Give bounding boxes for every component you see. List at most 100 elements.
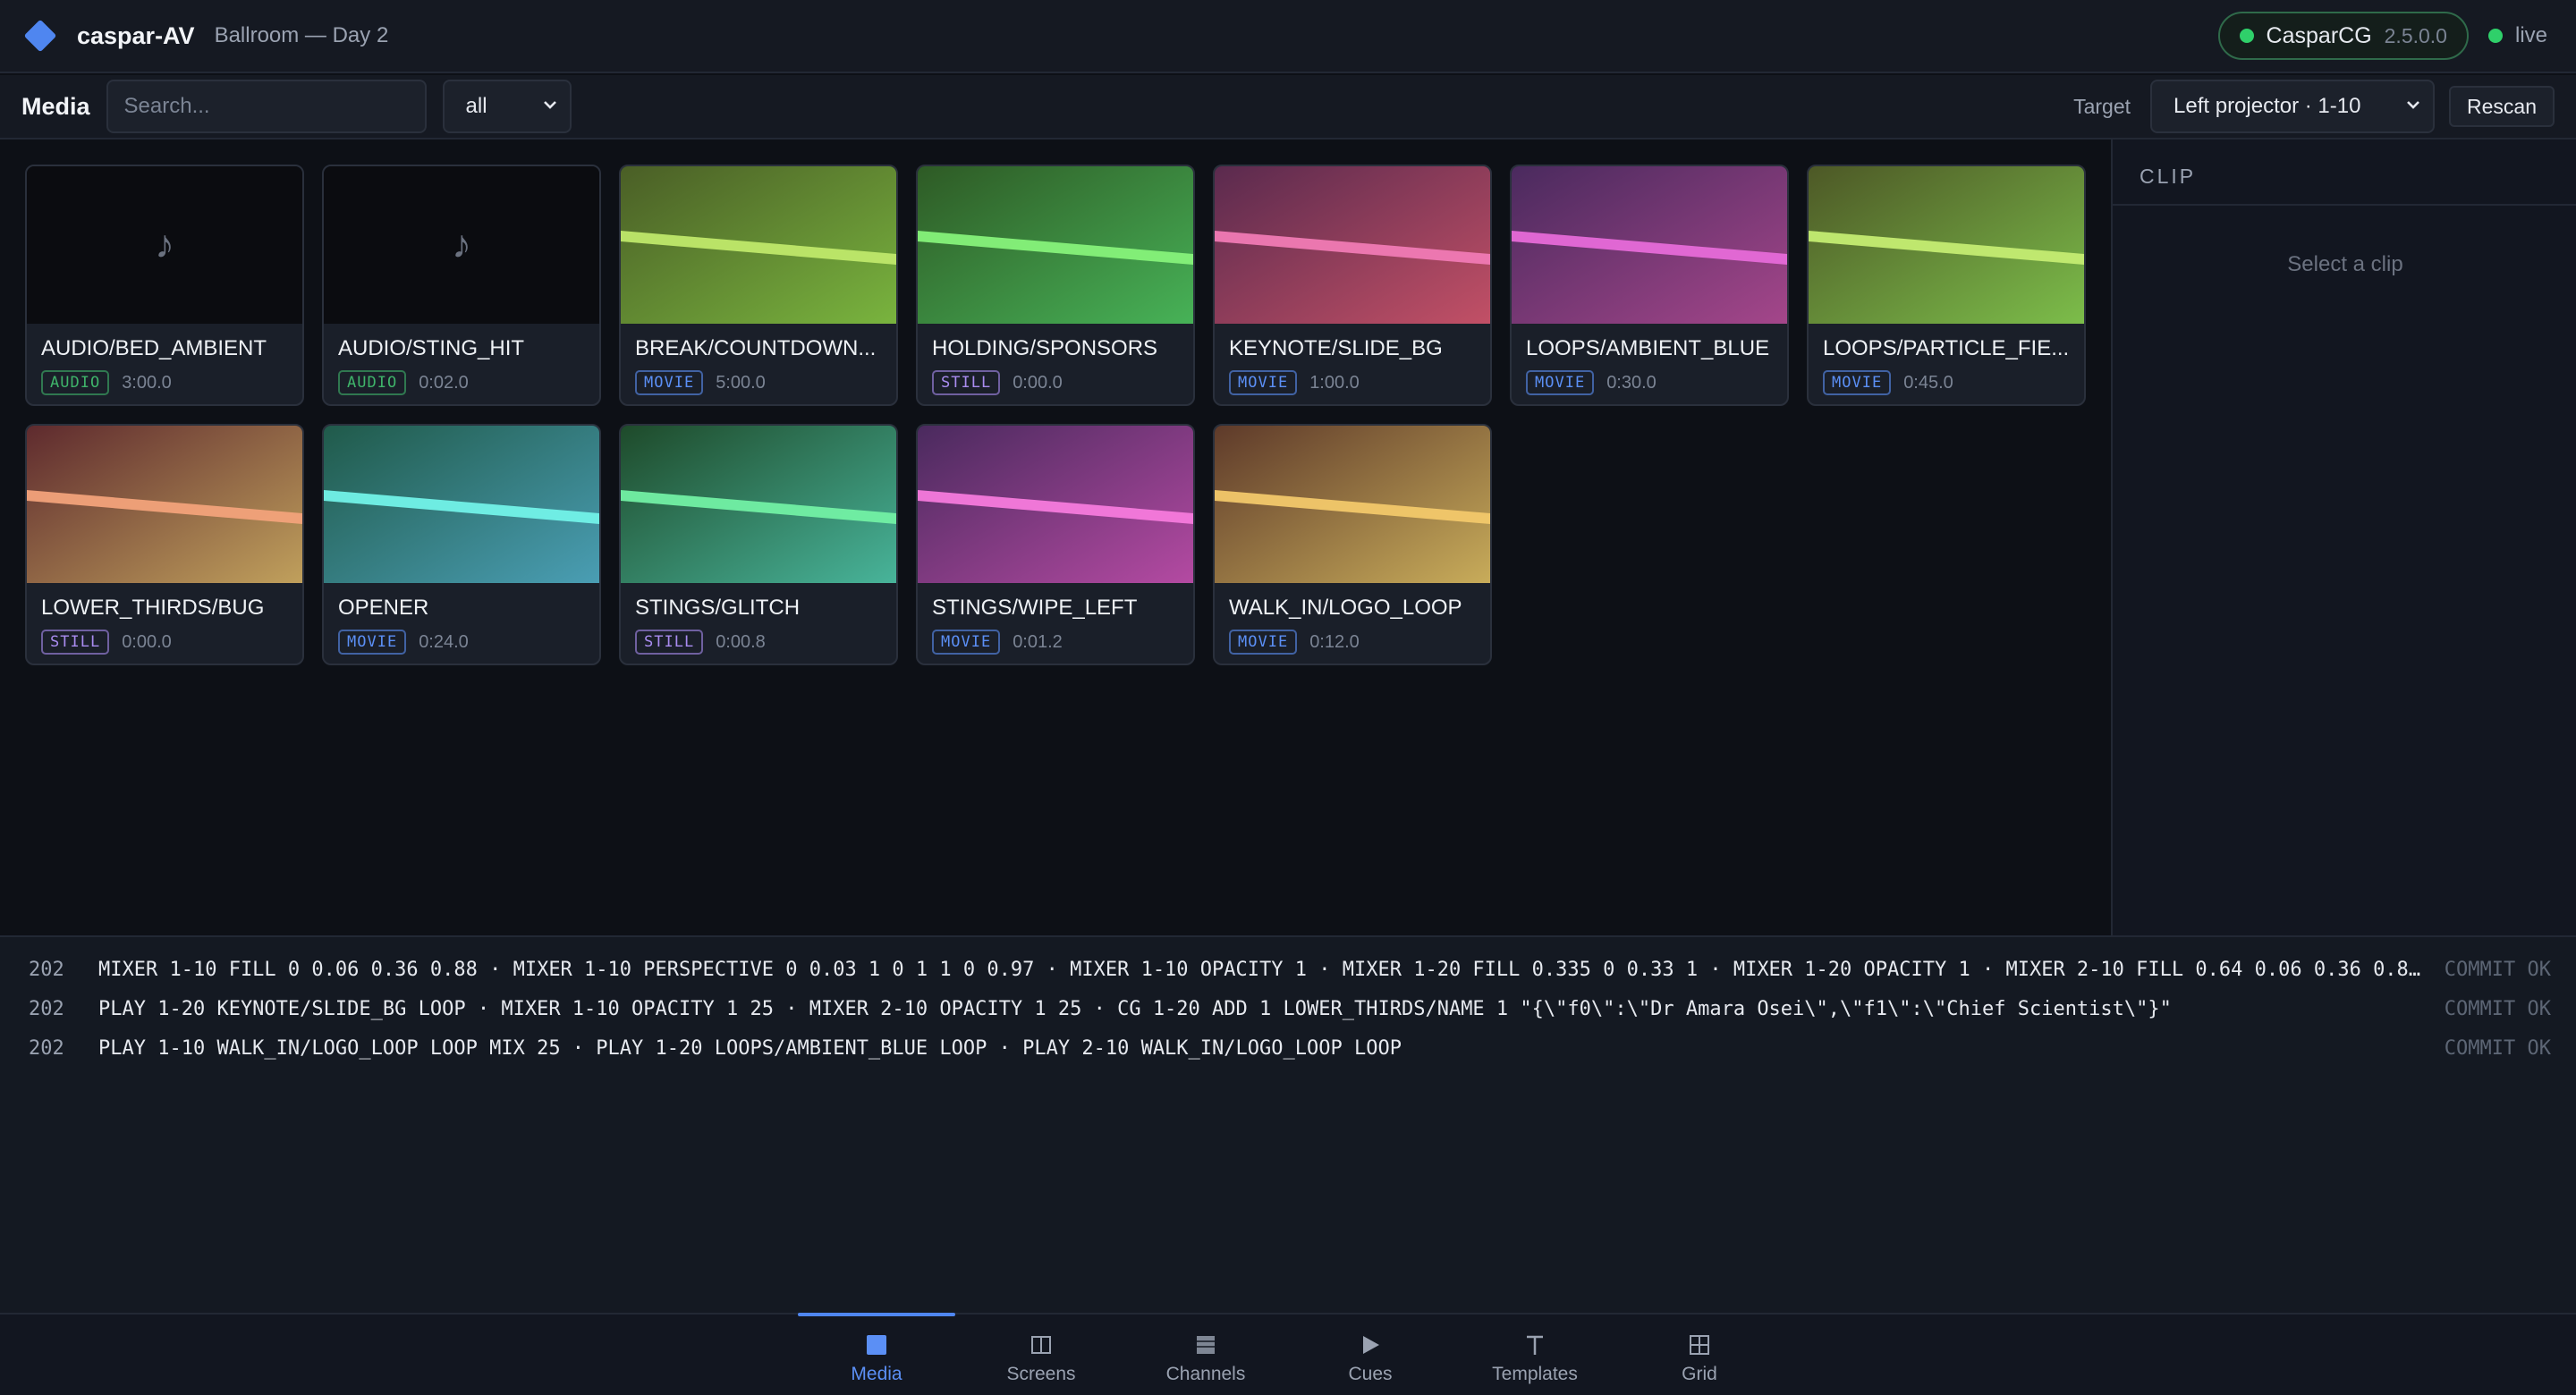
nav-tab-media[interactable]: Media (798, 1313, 955, 1395)
media-name: KEYNOTE/SLIDE_BG (1229, 336, 1443, 360)
nav-tab-label: Screens (1006, 1364, 1076, 1384)
media-duration: 0:45.0 (1903, 372, 1953, 393)
media-type-badge: AUDIO (338, 370, 407, 395)
media-duration: 0:30.0 (1606, 372, 1657, 393)
nav-tab-templates[interactable]: Templates (1456, 1315, 1614, 1395)
media-type-badge: MOVIE (338, 630, 407, 655)
media-name: OPENER (338, 596, 429, 620)
media-type-badge: MOVIE (635, 370, 704, 395)
media-duration: 0:12.0 (1309, 631, 1360, 652)
media-meta: MOVIE 0:45.0 (1823, 370, 1953, 395)
media-card[interactable]: LOOPS/PARTICLE_FIE... MOVIE 0:45.0 (1807, 165, 2086, 406)
media-thumbnail (1809, 166, 2084, 324)
media-meta: AUDIO 0:02.0 (338, 370, 469, 395)
media-type-badge: STILL (635, 630, 704, 655)
media-duration: 3:00.0 (122, 372, 172, 393)
log-row: 202 PLAY 1-20 KEYNOTE/SLIDE_BG LOOP · MIX… (0, 989, 2576, 1028)
media-icon (798, 1332, 955, 1357)
media-card[interactable]: LOOPS/AMBIENT_BLUE MOVIE 0:30.0 (1510, 165, 1789, 406)
media-type-badge: MOVIE (1823, 370, 1892, 395)
screens-icon (962, 1332, 1120, 1357)
media-grid: ♪ AUDIO/BED_AMBIENT AUDIO 3:00.0 ♪ AUDIO/STIN… (0, 140, 2111, 935)
media-thumbnail (621, 426, 896, 583)
media-title: Media (21, 92, 90, 120)
media-meta: MOVIE 0:12.0 (1229, 630, 1360, 655)
channels-icon (1127, 1332, 1284, 1357)
clip-panel-empty-message: Select a clip (2287, 252, 2403, 276)
nav-tab-grid[interactable]: Grid (1621, 1315, 1778, 1395)
media-name: AUDIO/STING_HIT (338, 336, 525, 360)
thumbnail-art (1809, 166, 2084, 324)
media-duration: 1:00.0 (1309, 372, 1360, 393)
target-select[interactable]: Left projector · 1-10 (2150, 80, 2436, 133)
media-card[interactable]: STINGS/GLITCH STILL 0:00.8 (619, 424, 898, 665)
media-card[interactable]: OPENER MOVIE 0:24.0 (322, 424, 601, 665)
server-status-dot-icon (2239, 29, 2254, 43)
rescan-button[interactable]: Rescan (2449, 86, 2555, 127)
media-thumbnail (918, 166, 1193, 324)
bottom-nav: Media Screens Channels Cues Templates Grid (0, 1313, 2576, 1395)
nav-tab-label: Cues (1348, 1364, 1393, 1384)
media-card[interactable]: ♪ AUDIO/BED_AMBIENT AUDIO 3:00.0 (25, 165, 304, 406)
media-card[interactable]: LOWER_THIRDS/BUG STILL 0:00.0 (25, 424, 304, 665)
project-name: Ballroom — Day 2 (214, 23, 389, 47)
command-log: 202 MIXER 1-10 FILL 0 0.06 0.36 0.88 · MI… (0, 935, 2576, 1313)
media-name: STINGS/GLITCH (635, 596, 801, 620)
templates-icon (1456, 1332, 1614, 1357)
media-type-badge: MOVIE (1229, 370, 1298, 395)
media-duration: 0:02.0 (419, 372, 469, 393)
live-indicator: live (2487, 23, 2547, 48)
thumbnail-art (1215, 426, 1490, 583)
media-meta: MOVIE 0:01.2 (932, 630, 1063, 655)
media-card[interactable]: STINGS/WIPE_LEFT MOVIE 0:01.2 (916, 424, 1195, 665)
media-name: LOOPS/PARTICLE_FIE... (1823, 336, 2070, 360)
music-note-icon: ♪ (155, 223, 174, 266)
media-type-badge: MOVIE (1526, 370, 1595, 395)
media-meta: MOVIE 0:30.0 (1526, 370, 1657, 395)
log-row: 202 PLAY 1-10 WALK_IN/LOGO_LOOP LOOP MIX … (0, 1028, 2576, 1068)
server-status-pill[interactable]: CasparCG 2.5.0.0 (2217, 12, 2469, 60)
media-thumbnail (621, 166, 896, 324)
nav-tab-label: Media (851, 1364, 902, 1384)
media-type-badge: AUDIO (41, 370, 110, 395)
nav-tab-cues[interactable]: Cues (1292, 1315, 1449, 1395)
media-name: AUDIO/BED_AMBIENT (41, 336, 267, 360)
log-response-code: 202 (29, 959, 64, 981)
log-status: COMMIT OK (2444, 959, 2551, 981)
nav-tab-label: Channels (1165, 1364, 1246, 1384)
media-toolbar: Media all Target Left projector · 1-10 R… (0, 75, 2576, 140)
thumbnail-art (27, 426, 302, 583)
media-card[interactable]: BREAK/COUNTDOWN... MOVIE 5:00.0 (619, 165, 898, 406)
log-status: COMMIT OK (2444, 1037, 2551, 1060)
media-card[interactable]: HOLDING/SPONSORS STILL 0:00.0 (916, 165, 1195, 406)
thumbnail-art (918, 166, 1193, 324)
media-duration: 0:00.0 (1013, 372, 1063, 393)
log-response-code: 202 (29, 998, 64, 1020)
nav-tab-channels[interactable]: Channels (1127, 1315, 1284, 1395)
log-command: PLAY 1-20 KEYNOTE/SLIDE_BG LOOP · MIXER … (98, 998, 2172, 1020)
app-name: caspar-AV (77, 21, 195, 49)
clip-panel-title: CLIP (2140, 165, 2197, 188)
media-type-badge: STILL (41, 630, 110, 655)
media-thumbnail (324, 426, 599, 583)
server-name: CasparCG (2266, 22, 2372, 48)
media-meta: MOVIE 5:00.0 (635, 370, 766, 395)
type-filter-select[interactable]: all (442, 80, 572, 133)
media-type-badge: STILL (932, 370, 1001, 395)
media-card[interactable]: ♪ AUDIO/STING_HIT AUDIO 0:02.0 (322, 165, 601, 406)
media-thumbnail (1512, 166, 1787, 324)
media-card[interactable]: KEYNOTE/SLIDE_BG MOVIE 1:00.0 (1213, 165, 1492, 406)
media-name: STINGS/WIPE_LEFT (932, 596, 1138, 620)
nav-tab-screens[interactable]: Screens (962, 1315, 1120, 1395)
log-command: PLAY 1-10 WALK_IN/LOGO_LOOP LOOP MIX 25 … (98, 1037, 1402, 1060)
thumbnail-art (621, 166, 896, 324)
cues-icon (1292, 1332, 1449, 1357)
media-duration: 0:24.0 (419, 631, 469, 652)
media-card[interactable]: WALK_IN/LOGO_LOOP MOVIE 0:12.0 (1213, 424, 1492, 665)
media-meta: STILL 0:00.8 (635, 630, 766, 655)
chevron-down-icon (543, 101, 556, 109)
thumbnail-art (621, 426, 896, 583)
media-meta: STILL 0:00.0 (932, 370, 1063, 395)
search-input[interactable] (106, 80, 427, 133)
live-label: live (2514, 23, 2547, 47)
